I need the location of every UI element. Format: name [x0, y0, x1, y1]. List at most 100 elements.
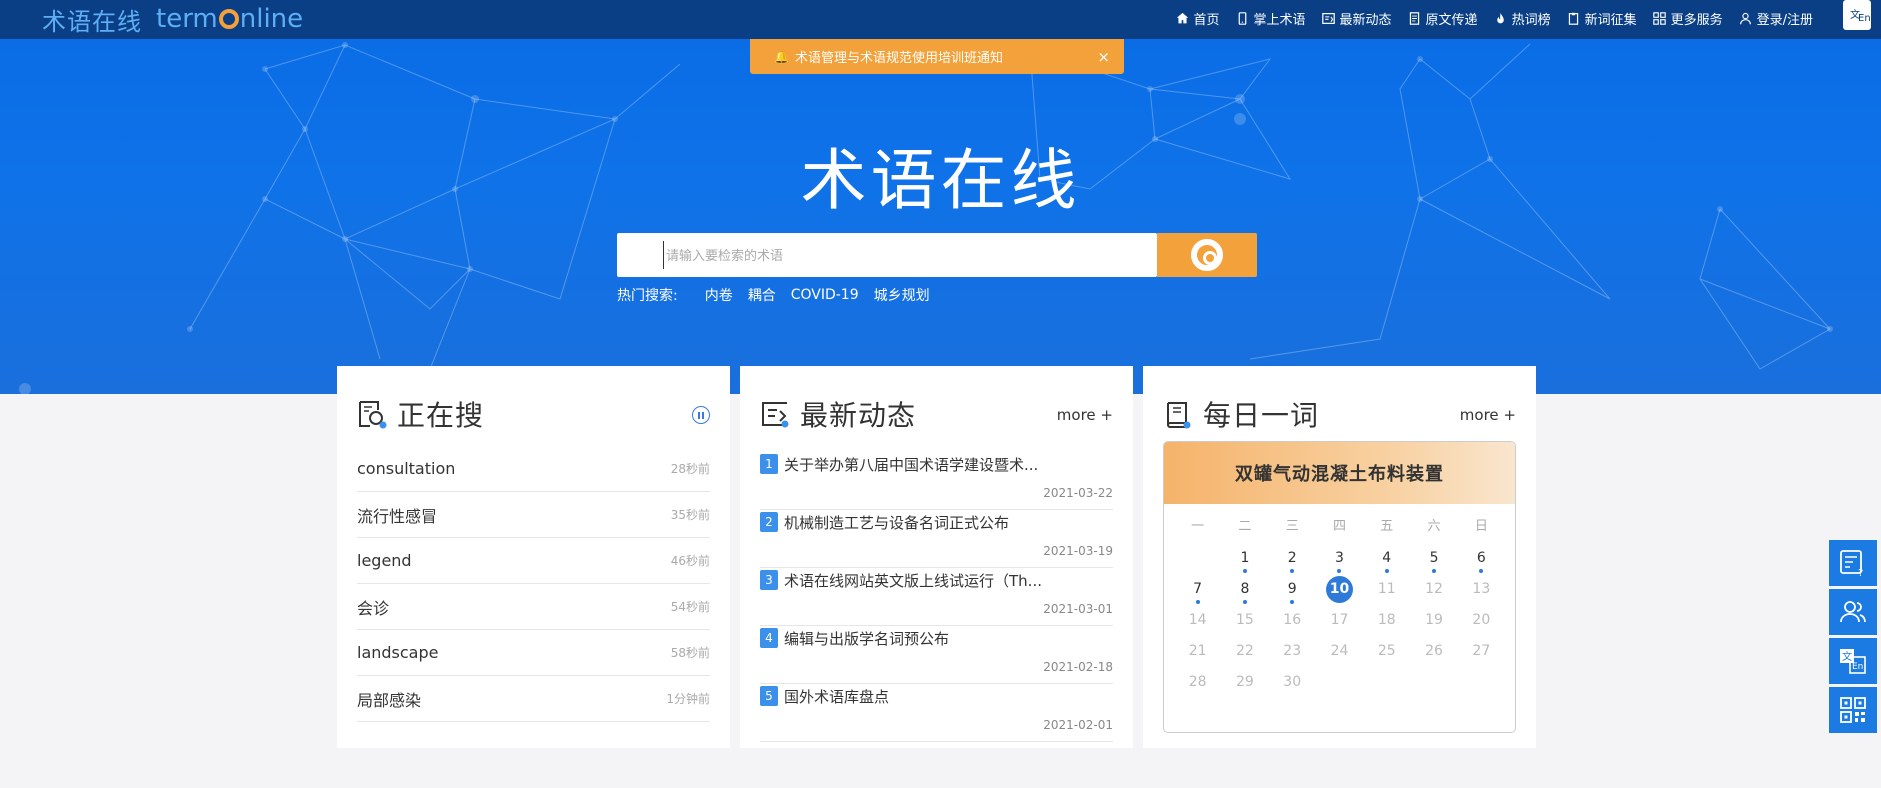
calendar-today[interactable]: 10 — [1325, 576, 1353, 603]
calendar-day[interactable]: 5 — [1410, 545, 1457, 576]
weekday-label: 一 — [1191, 519, 1205, 534]
more-link[interactable]: more + — [1460, 406, 1516, 424]
calendar-marker — [1290, 600, 1295, 604]
calendar-day-number: 1 — [1240, 550, 1250, 566]
calendar-marker — [1195, 600, 1200, 604]
calendar-day-number: 11 — [1377, 581, 1396, 597]
calendar-day[interactable]: 3 — [1316, 545, 1363, 576]
calendar-day-number: 14 — [1188, 612, 1207, 628]
search-icon — [1191, 239, 1223, 271]
language-button[interactable]: 文 En — [1829, 638, 1877, 684]
nav-login[interactable]: 登录/注册 — [1739, 9, 1813, 28]
mobile-icon — [1238, 11, 1246, 25]
close-icon[interactable]: × — [1097, 48, 1110, 66]
calendar-day-number: 18 — [1377, 612, 1396, 628]
card-title: 每日一词 — [1203, 399, 1320, 432]
nav-document[interactable]: 原文传递 — [1408, 9, 1478, 28]
hot-keyword[interactable]: 城乡规划 — [874, 285, 930, 305]
users-icon — [1840, 601, 1866, 623]
card-title: 正在搜 — [397, 399, 485, 432]
pause-button[interactable] — [692, 406, 710, 424]
calendar-day: 28 — [1174, 669, 1221, 700]
news-date: 2021-03-22 — [1043, 486, 1113, 500]
hot-keyword[interactable]: COVID-19 — [791, 287, 859, 303]
calendar-day-number: 15 — [1236, 612, 1254, 628]
nav-home[interactable]: 首页 — [1176, 9, 1220, 28]
list-item: consultation 28秒前 — [357, 446, 710, 492]
search-time: 1分钟前 — [666, 692, 710, 706]
logo-en: term nline — [156, 4, 303, 34]
svg-text:En: En — [1852, 662, 1863, 672]
list-item: 流行性感冒 35秒前 — [357, 492, 710, 538]
calendar-day: 17 — [1316, 607, 1363, 638]
search-term[interactable]: landscape — [357, 643, 438, 662]
hero-title: 术语在线 — [800, 142, 1081, 219]
logo-en-pre: term — [156, 4, 218, 34]
language-switch-button[interactable]: 文 En — [1843, 0, 1871, 30]
nav-mobile[interactable]: 掌上术语 — [1236, 9, 1306, 28]
calendar-day[interactable]: 8 — [1221, 576, 1268, 607]
search-term[interactable]: 流行性感冒 — [357, 503, 437, 527]
logo-en-post: nline — [239, 4, 304, 34]
nav-label: 热词榜 — [1511, 12, 1551, 28]
svg-text:文: 文 — [1842, 650, 1852, 663]
news-date: 2021-03-19 — [1043, 544, 1113, 558]
calendar-day[interactable]: 4 — [1363, 545, 1410, 576]
news-title[interactable]: 术语在线网站英文版上线试运行（Th... — [784, 570, 1074, 591]
notice-banner[interactable]: 🔔 术语管理与术语规范使用培训班通知 × — [750, 39, 1124, 74]
card-title: 最新动态 — [800, 399, 917, 432]
hot-keyword[interactable]: 耦合 — [748, 285, 776, 305]
qrcode-button[interactable] — [1829, 687, 1877, 733]
calendar-day: 30 — [1269, 669, 1316, 700]
more-link[interactable]: more + — [1057, 406, 1113, 424]
search-button[interactable] — [1157, 233, 1257, 277]
news-title[interactable]: 编辑与出版学名词预公布 — [784, 628, 1074, 649]
weekday-label: 三 — [1285, 519, 1299, 534]
news-title[interactable]: 机械制造工艺与设备名词正式公布 — [784, 512, 1074, 533]
news-title[interactable]: 关于举办第八届中国术语学建设暨术... — [784, 454, 1074, 475]
news-number: 4 — [760, 628, 778, 648]
news-title[interactable]: 国外术语库盘点 — [784, 686, 1074, 707]
nav-new-words[interactable]: 新词征集 — [1567, 9, 1637, 28]
feedback-icon: ? — [1840, 550, 1863, 578]
home-icon — [1176, 12, 1188, 23]
search-time: 58秒前 — [670, 646, 710, 660]
nav-more-services[interactable]: 更多服务 — [1652, 9, 1723, 28]
nav-label: 原文传递 — [1425, 12, 1478, 28]
search-term[interactable]: 会诊 — [357, 595, 389, 619]
nav-hot-words[interactable]: 热词榜 — [1494, 9, 1551, 28]
list-item: 1 关于举办第八届中国术语学建设暨术... 2021-03-22 — [760, 452, 1113, 510]
search-term[interactable]: 局部感染 — [357, 687, 421, 711]
calendar-day: 23 — [1269, 638, 1316, 669]
news-list: 1 关于举办第八届中国术语学建设暨术... 2021-03-22 2 机械制造工艺与设… — [760, 452, 1113, 742]
search-term[interactable]: legend — [357, 551, 412, 570]
search-time: 54秒前 — [670, 600, 710, 614]
community-button[interactable] — [1829, 589, 1877, 635]
calendar-day-number: 4 — [1382, 550, 1392, 566]
calendar-marker — [1479, 569, 1484, 573]
calendar-day[interactable]: 1 — [1221, 545, 1268, 576]
logo[interactable]: 术语在线 term nline — [42, 4, 303, 36]
search-term[interactable]: consultation — [357, 459, 455, 478]
calendar: 一 二 三 四 五 六 日 1 2 3 4 5 6 7 8 9 10 11 12 13 14 15 16 17 1… — [1174, 514, 1505, 700]
search-input[interactable] — [663, 241, 1113, 269]
calendar-day[interactable]: 9 — [1269, 576, 1316, 607]
flame-icon — [1496, 12, 1504, 23]
daily-word-card: 每日一词 more + 双罐气动混凝土布料装置 一 二 三 四 五 六 日 12… — [1143, 366, 1536, 748]
calendar-day[interactable]: 7 — [1174, 576, 1221, 607]
daily-word[interactable]: 双罐气动混凝土布料装置 — [1164, 442, 1515, 504]
calendar-day[interactable]: 6 — [1458, 545, 1505, 576]
hot-keyword[interactable]: 内卷 — [705, 285, 733, 305]
nav-label: 更多服务 — [1670, 12, 1723, 28]
calendar-day[interactable]: 10 — [1316, 576, 1363, 607]
hot-searches: 热门搜索: 内卷 耦合 COVID-19 城乡规划 — [617, 285, 930, 305]
svg-text:?: ? — [1858, 568, 1863, 578]
calendar-day: 18 — [1363, 607, 1410, 638]
nav-news[interactable]: 最新动态 — [1321, 9, 1392, 28]
calendar-day-number: 6 — [1476, 550, 1486, 566]
nav-label: 掌上术语 — [1253, 12, 1306, 28]
calendar-empty — [1316, 669, 1363, 700]
calendar-day[interactable]: 2 — [1269, 545, 1316, 576]
feedback-button[interactable]: ? — [1829, 540, 1877, 586]
weekday-label: 二 — [1238, 519, 1252, 534]
